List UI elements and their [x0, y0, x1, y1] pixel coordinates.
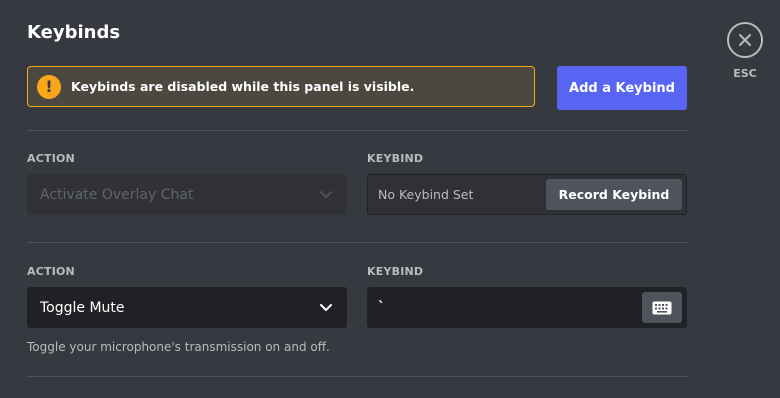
keyboard-icon — [652, 301, 672, 314]
close-icon — [739, 34, 751, 46]
divider — [27, 130, 687, 131]
keybind-label: KEYBIND — [367, 265, 424, 278]
close-button[interactable] — [727, 22, 763, 58]
action-select-value: Toggle Mute — [40, 299, 125, 316]
keybind-value: No Keybind Set — [378, 187, 474, 202]
add-keybind-button[interactable]: Add a Keybind — [557, 66, 687, 110]
action-label: ACTION — [27, 152, 75, 165]
chevron-down-icon — [320, 303, 332, 311]
close-control[interactable]: ESC — [727, 22, 763, 80]
action-label: ACTION — [27, 265, 75, 278]
warning-banner: ! Keybinds are disabled while this panel… — [27, 66, 535, 107]
divider — [27, 376, 687, 377]
record-keybind-button[interactable]: Record Keybind — [546, 179, 682, 210]
keybind-field[interactable]: No Keybind Set Record Keybind — [367, 174, 687, 215]
page-title: Keybinds — [27, 22, 121, 43]
esc-label: ESC — [733, 67, 757, 80]
keybind-description: Toggle your microphone's transmission on… — [27, 340, 330, 354]
keybind-value: ` — [378, 299, 385, 316]
chevron-down-icon — [320, 190, 332, 198]
action-select-disabled: Activate Overlay Chat — [27, 174, 347, 215]
record-keybind-button[interactable] — [642, 292, 682, 323]
action-select[interactable]: Toggle Mute — [27, 287, 347, 328]
keybinds-panel: Keybinds ! Keybinds are disabled while t… — [0, 0, 780, 398]
keybind-field[interactable]: ` — [367, 287, 687, 328]
warning-exclamation-icon: ! — [37, 74, 61, 99]
keybind-label: KEYBIND — [367, 152, 424, 165]
warning-text: Keybinds are disabled while this panel i… — [71, 79, 415, 94]
divider — [27, 242, 687, 243]
action-select-value: Activate Overlay Chat — [40, 186, 194, 203]
